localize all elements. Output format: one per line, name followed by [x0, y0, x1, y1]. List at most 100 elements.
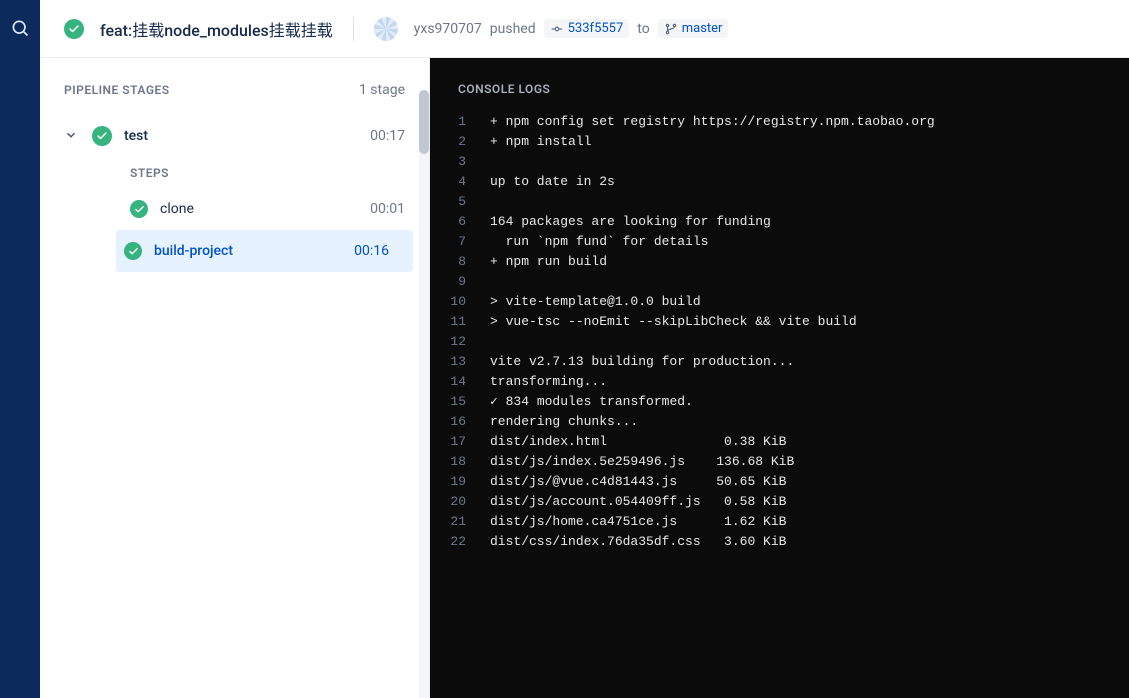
log-line: 4up to date in 2s: [430, 172, 1129, 192]
line-number: 7: [430, 232, 490, 252]
log-text: dist/js/account.054409ff.js 0.58 KiB: [490, 492, 786, 512]
line-number: 1: [430, 112, 490, 132]
stage-count: 1 stage: [359, 82, 405, 98]
line-number: 12: [430, 332, 490, 352]
commit-icon: [550, 22, 564, 36]
to-label: to: [637, 21, 649, 37]
stage-row[interactable]: test 00:17: [40, 114, 429, 158]
line-number: 21: [430, 512, 490, 532]
line-number: 9: [430, 272, 490, 292]
log-text: dist/index.html 0.38 KiB: [490, 432, 786, 452]
step-status-icon: [130, 200, 148, 218]
commit-badge[interactable]: 533f5557: [544, 19, 630, 38]
log-text: + npm install: [490, 132, 591, 152]
log-line: 2+ npm install: [430, 132, 1129, 152]
line-number: 18: [430, 452, 490, 472]
search-icon[interactable]: [0, 8, 40, 48]
log-text: dist/js/index.5e259496.js 136.68 KiB: [490, 452, 794, 472]
log-line: 18dist/js/index.5e259496.js 136.68 KiB: [430, 452, 1129, 472]
log-line: 5: [430, 192, 1129, 212]
line-number: 11: [430, 312, 490, 332]
log-line: 19dist/js/@vue.c4d81443.js 50.65 KiB: [430, 472, 1129, 492]
console-panel: CONSOLE LOGS 1+ npm config set registry …: [430, 58, 1129, 698]
console-body[interactable]: 1+ npm config set registry https://regis…: [430, 108, 1129, 698]
stage-duration: 00:17: [370, 128, 405, 144]
log-line: 6164 packages are looking for funding: [430, 212, 1129, 232]
line-number: 17: [430, 432, 490, 452]
log-line: 7 run `npm fund` for details: [430, 232, 1129, 252]
log-line: 12: [430, 332, 1129, 352]
step-name: build-project: [154, 243, 342, 259]
line-number: 2: [430, 132, 490, 152]
line-number: 13: [430, 352, 490, 372]
line-number: 5: [430, 192, 490, 212]
log-text: ✓ 834 modules transformed.: [490, 392, 693, 412]
line-number: 8: [430, 252, 490, 272]
log-line: 21dist/js/home.ca4751ce.js 1.62 KiB: [430, 512, 1129, 532]
avatar[interactable]: [374, 17, 398, 41]
left-nav: [0, 0, 40, 698]
step-duration: 00:01: [370, 201, 405, 217]
log-text: run `npm fund` for details: [490, 232, 708, 252]
line-number: 6: [430, 212, 490, 232]
log-line: 22dist/css/index.76da35df.css 3.60 KiB: [430, 532, 1129, 552]
log-text: up to date in 2s: [490, 172, 615, 192]
content: PIPELINE STAGES 1 stage test 00:17 STEPS…: [40, 58, 1129, 698]
line-number: 20: [430, 492, 490, 512]
log-line: 14transforming...: [430, 372, 1129, 392]
line-number: 19: [430, 472, 490, 492]
branch-icon: [664, 22, 678, 36]
step-status-icon: [124, 242, 142, 260]
log-text: + npm config set registry https://regist…: [490, 112, 935, 132]
line-number: 22: [430, 532, 490, 552]
log-text: dist/css/index.76da35df.css 3.60 KiB: [490, 532, 786, 552]
commit-hash: 533f5557: [568, 21, 624, 36]
scrollbar[interactable]: [419, 90, 429, 698]
push-info: yxs970707 pushed 533f5557 to master: [414, 19, 729, 38]
step-row-build-project[interactable]: build-project 00:16: [116, 230, 413, 272]
header: feat:挂载node_modules挂载挂载 yxs970707 pushed…: [40, 0, 1129, 58]
log-text: > vite-template@1.0.0 build: [490, 292, 701, 312]
line-number: 16: [430, 412, 490, 432]
main-area: feat:挂载node_modules挂载挂载 yxs970707 pushed…: [40, 0, 1129, 698]
scrollbar-thumb[interactable]: [419, 90, 429, 154]
branch-badge[interactable]: master: [658, 19, 729, 38]
step-name: clone: [160, 201, 358, 217]
action-label: pushed: [490, 21, 536, 37]
pipeline-title: PIPELINE STAGES: [64, 83, 170, 97]
log-text: dist/js/home.ca4751ce.js 1.62 KiB: [490, 512, 786, 532]
step-row-clone[interactable]: clone 00:01: [40, 188, 429, 230]
line-number: 14: [430, 372, 490, 392]
line-number: 10: [430, 292, 490, 312]
log-text: 164 packages are looking for funding: [490, 212, 771, 232]
log-text: + npm run build: [490, 252, 607, 272]
pipeline-header: PIPELINE STAGES 1 stage: [40, 58, 429, 114]
log-text: transforming...: [490, 372, 607, 392]
log-line: 13vite v2.7.13 building for production..…: [430, 352, 1129, 372]
log-line: 20dist/js/account.054409ff.js 0.58 KiB: [430, 492, 1129, 512]
stage-name: test: [124, 128, 358, 144]
log-text: > vue-tsc --noEmit --skipLibCheck && vit…: [490, 312, 857, 332]
author-name[interactable]: yxs970707: [414, 21, 482, 37]
log-line: 15✓ 834 modules transformed.: [430, 392, 1129, 412]
log-line: 11> vue-tsc --noEmit --skipLibCheck && v…: [430, 312, 1129, 332]
pipeline-sidebar: PIPELINE STAGES 1 stage test 00:17 STEPS…: [40, 58, 430, 698]
chevron-down-icon: [64, 127, 80, 146]
steps-label: STEPS: [40, 158, 429, 188]
log-line: 16rendering chunks...: [430, 412, 1129, 432]
line-number: 4: [430, 172, 490, 192]
status-success-icon: [64, 19, 84, 39]
branch-name: master: [682, 21, 723, 36]
log-line: 8+ npm run build: [430, 252, 1129, 272]
log-line: 17dist/index.html 0.38 KiB: [430, 432, 1129, 452]
console-title: CONSOLE LOGS: [430, 58, 1129, 108]
step-duration: 00:16: [354, 243, 389, 259]
log-text: rendering chunks...: [490, 412, 638, 432]
log-line: 9: [430, 272, 1129, 292]
stage-status-icon: [92, 126, 112, 146]
log-text: vite v2.7.13 building for production...: [490, 352, 794, 372]
log-line: 3: [430, 152, 1129, 172]
divider: [353, 17, 354, 41]
log-line: 1+ npm config set registry https://regis…: [430, 112, 1129, 132]
log-line: 10> vite-template@1.0.0 build: [430, 292, 1129, 312]
